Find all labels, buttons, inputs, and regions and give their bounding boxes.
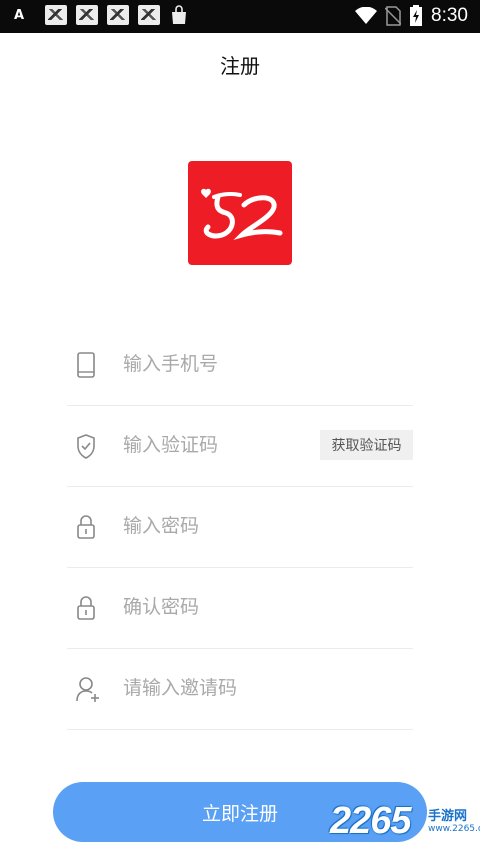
logo-52-mark (201, 188, 283, 241)
code-row: 获取验证码 (67, 406, 413, 487)
phone-row (67, 325, 413, 406)
watermark-url: www.2265.com (428, 824, 480, 834)
invite-code-input[interactable] (123, 671, 363, 705)
phone-input[interactable] (123, 347, 363, 381)
clock: 8:30 (431, 5, 468, 26)
app-a-icon: A (14, 7, 25, 23)
status-bar-left: A (14, 5, 189, 25)
invite-row (67, 649, 413, 730)
photo-notification-icon (76, 5, 98, 25)
shopping-bag-icon (172, 5, 186, 24)
confirm-password-input[interactable] (123, 590, 363, 624)
photo-notification-icon (107, 5, 129, 25)
confirm-password-row (67, 568, 413, 649)
app-logo (188, 161, 292, 265)
phone-icon (77, 352, 95, 378)
no-sim-icon (385, 6, 402, 26)
page-title: 注册 (220, 54, 260, 78)
code-input[interactable] (123, 428, 303, 462)
add-user-icon (76, 677, 99, 702)
watermark: 2265 手游网 www.2265.com (330, 800, 480, 850)
photo-notification-icon (138, 5, 160, 25)
wifi-icon (355, 7, 378, 24)
watermark-number: 2265 (330, 800, 412, 842)
divider (67, 729, 413, 730)
shield-check-icon (77, 434, 95, 459)
status-bar: A 8:30 (0, 0, 480, 33)
get-code-button[interactable]: 获取验证码 (320, 430, 413, 460)
battery-charging-icon (410, 5, 423, 26)
watermark-site: 手游网 (428, 809, 468, 824)
status-bar-right: 8:30 (355, 5, 468, 27)
photo-notification-icon (45, 5, 67, 25)
password-row (67, 487, 413, 568)
lock-icon (77, 596, 95, 620)
lock-icon (77, 515, 95, 539)
password-input[interactable] (123, 509, 363, 543)
